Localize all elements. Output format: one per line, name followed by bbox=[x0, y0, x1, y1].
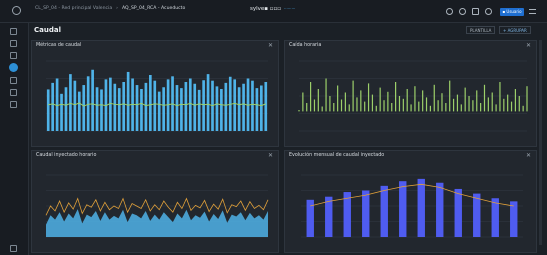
sidebar-map-icon[interactable] bbox=[10, 40, 17, 47]
flow-metric-bar bbox=[91, 69, 94, 131]
flow-metric-bar bbox=[82, 85, 86, 131]
panel-monthly-injected-flow: Evolución mensual de caudal inyectado ✕ bbox=[284, 150, 537, 253]
monthly-injected-chart bbox=[301, 174, 523, 238]
flow-metric-bar bbox=[73, 80, 77, 131]
monthly-flow-bar bbox=[362, 190, 370, 237]
flow-metric-bar bbox=[100, 89, 103, 131]
flow-metric-bar bbox=[51, 82, 54, 131]
flow-metric-bar bbox=[237, 87, 241, 131]
home-icon[interactable] bbox=[12, 6, 21, 15]
scrollbar[interactable] bbox=[539, 40, 542, 245]
flow-metric-bar bbox=[46, 89, 50, 131]
flow-metric-bar bbox=[215, 86, 219, 131]
flow-metric-bar bbox=[157, 91, 161, 131]
monthly-flow-bar bbox=[380, 185, 388, 237]
monthly-flow-bar bbox=[436, 182, 444, 237]
top-bar: CL_SP_04 - Red principal Valencia › AQ_S… bbox=[0, 0, 547, 23]
sidebar-flow-icon[interactable] bbox=[9, 63, 18, 72]
flow-metric-bar bbox=[60, 93, 63, 131]
flow-metric-bar bbox=[242, 83, 245, 131]
flow-metric-bar bbox=[122, 82, 126, 131]
flow-metric-bar bbox=[140, 89, 143, 131]
page-title: Caudal bbox=[34, 26, 61, 34]
flow-metric-bar bbox=[224, 82, 228, 131]
info-icon[interactable] bbox=[485, 8, 492, 15]
monthly-flow-bar bbox=[473, 193, 481, 237]
monthly-flow-bar bbox=[454, 188, 462, 237]
settings-icon[interactable] bbox=[459, 8, 466, 15]
injected-flow-line bbox=[45, 197, 269, 216]
breadcrumb-item[interactable]: AQ_SP_04_RCA - Acueducto bbox=[122, 6, 185, 11]
sidebar-pressure-icon[interactable] bbox=[10, 77, 17, 84]
monthly-flow-bar bbox=[510, 201, 518, 237]
flow-metric-bar bbox=[69, 74, 72, 131]
monthly-flow-bar bbox=[417, 178, 425, 237]
group-select[interactable]: + AGRUPAR bbox=[499, 26, 531, 34]
flow-metric-bar bbox=[206, 74, 210, 131]
flow-metric-bar bbox=[126, 71, 130, 131]
flow-metric-bar bbox=[149, 75, 152, 131]
flow-metric-bar bbox=[264, 82, 268, 131]
monthly-flow-bar bbox=[491, 198, 499, 237]
hourly-drop-chart bbox=[298, 60, 528, 132]
flow-metric-bar bbox=[251, 80, 254, 131]
panel-hourly-drop: Caída horaria ✕ bbox=[284, 40, 537, 147]
monthly-flow-bar bbox=[399, 181, 407, 237]
brand-logo: sylve▪ ▫▫▫ ········· bbox=[250, 6, 296, 12]
page-header: Caudal PLANTILLA + AGRUPAR bbox=[29, 23, 547, 37]
flow-metric-bar bbox=[255, 88, 259, 131]
flow-metric-bar bbox=[77, 91, 81, 131]
flow-metric-bar bbox=[193, 83, 197, 131]
breadcrumb-item[interactable]: CL_SP_04 - Red principal Valencia bbox=[35, 6, 112, 11]
sidebar-quality-icon[interactable] bbox=[10, 89, 17, 96]
flow-metric-bar bbox=[197, 89, 201, 131]
panel-flow-metrics: Métricas de caudal ✕ bbox=[31, 40, 279, 147]
flow-metric-bar bbox=[220, 89, 223, 131]
flow-metric-line bbox=[48, 102, 266, 107]
flow-metric-bar bbox=[188, 78, 192, 131]
flow-metric-bar bbox=[184, 82, 188, 131]
sidebar-reports-icon[interactable] bbox=[10, 101, 17, 108]
flow-metric-bar bbox=[260, 85, 263, 131]
flow-metric-bar bbox=[64, 87, 68, 131]
sidebar-collapse-icon[interactable] bbox=[10, 245, 17, 252]
flow-metric-bar bbox=[175, 85, 179, 131]
flow-metric-bar bbox=[180, 88, 183, 131]
monthly-flow-line bbox=[310, 183, 514, 207]
notifications-icon[interactable] bbox=[472, 8, 479, 15]
flow-metric-bar bbox=[117, 88, 121, 131]
flow-metric-bar bbox=[144, 82, 148, 131]
hourly-injected-chart bbox=[45, 174, 269, 238]
user-button[interactable]: ▪ Usuario bbox=[500, 8, 524, 16]
flow-metric-bar bbox=[153, 80, 157, 131]
flow-metric-bar bbox=[95, 87, 99, 131]
breadcrumb: CL_SP_04 - Red principal Valencia › AQ_S… bbox=[35, 6, 185, 11]
flow-metric-bar bbox=[135, 85, 139, 131]
sidebar-dashboard-icon[interactable] bbox=[10, 28, 17, 35]
breadcrumb-separator: › bbox=[116, 6, 118, 11]
flow-metric-bar bbox=[202, 80, 205, 131]
sidebar bbox=[0, 23, 29, 255]
sidebar-alerts-icon[interactable] bbox=[10, 52, 17, 59]
flow-metric-bar bbox=[233, 79, 237, 131]
flow-metric-bar bbox=[113, 83, 117, 131]
menu-icon[interactable] bbox=[529, 9, 536, 14]
flow-metric-bar bbox=[86, 76, 90, 131]
panel-hourly-injected-flow: Caudal inyectado horario ✕ bbox=[31, 150, 279, 253]
help-icon[interactable] bbox=[446, 8, 453, 15]
template-select[interactable]: PLANTILLA bbox=[466, 26, 496, 34]
flow-metric-bar bbox=[162, 87, 165, 131]
injected-flow-area bbox=[46, 209, 268, 237]
monthly-flow-bar bbox=[325, 196, 333, 237]
flow-metrics-chart bbox=[46, 60, 268, 132]
